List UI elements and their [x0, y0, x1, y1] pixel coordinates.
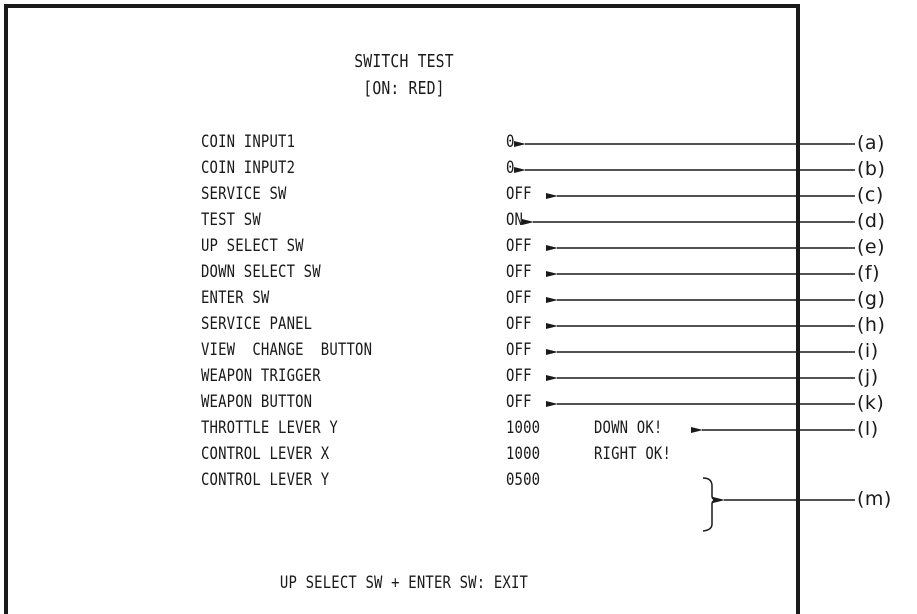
callout-label: (i) — [857, 340, 879, 362]
callout-label: (e) — [857, 236, 886, 258]
switch-label: SERVICE PANEL — [201, 314, 313, 334]
switch-value: OFF — [506, 184, 532, 204]
switch-value: OFF — [506, 288, 532, 308]
switch-value: OFF — [506, 366, 532, 386]
screen-subtitle: [ON: RED] — [363, 78, 445, 99]
switch-value: 1000 — [506, 444, 541, 464]
switch-value: 1000 — [506, 418, 541, 438]
callout-label: (d) — [857, 210, 886, 232]
switch-label: ENTER SW — [201, 288, 270, 308]
callout-label: (j) — [857, 366, 879, 388]
switch-label: COIN INPUT2 — [201, 158, 296, 178]
callout-label: (g) — [857, 288, 886, 310]
switch-label: CONTROL LEVER X — [201, 444, 330, 464]
switch-value: 0500 — [506, 470, 541, 490]
switch-value: OFF — [506, 340, 532, 360]
switch-label: CONTROL LEVER Y — [201, 470, 330, 490]
callout-label: (m) — [857, 488, 892, 510]
switch-label: TEST SW — [201, 210, 261, 230]
switch-label: UP SELECT SW — [201, 236, 304, 256]
exit-instruction: UP SELECT SW + ENTER SW: EXIT — [279, 573, 529, 593]
callout-label: (f) — [857, 262, 881, 284]
switch-value: OFF — [506, 236, 532, 256]
callout-label: (h) — [857, 314, 886, 336]
callout-label: (l) — [857, 418, 879, 440]
screen-title: SWITCH TEST — [354, 51, 454, 72]
switch-label: WEAPON BUTTON — [201, 392, 313, 412]
switch-label: THROTTLE LEVER Y — [201, 418, 338, 438]
switch-status: RIGHT OK! — [594, 444, 672, 464]
switch-value: 0 — [506, 132, 515, 152]
switch-label: DOWN SELECT SW — [201, 262, 321, 282]
callout-label: (a) — [857, 132, 885, 154]
switch-value: OFF — [506, 392, 532, 412]
switch-label: WEAPON TRIGGER — [201, 366, 321, 386]
callout-label: (b) — [857, 158, 886, 180]
switch-value: 0 — [506, 158, 515, 178]
switch-test-screen: SWITCH TEST [ON: RED] COIN INPUT1 0 COIN I… — [4, 4, 800, 614]
switch-label: COIN INPUT1 — [201, 132, 296, 152]
switch-value: OFF — [506, 262, 532, 282]
callout-label: (k) — [857, 392, 885, 414]
callout-label: (c) — [857, 184, 884, 206]
switch-value: OFF — [506, 314, 532, 334]
switch-label: SERVICE SW — [201, 184, 287, 204]
switch-value: ON — [506, 210, 524, 230]
switch-label: VIEW CHANGE BUTTON — [201, 340, 373, 360]
switch-status: DOWN OK! — [594, 418, 663, 438]
